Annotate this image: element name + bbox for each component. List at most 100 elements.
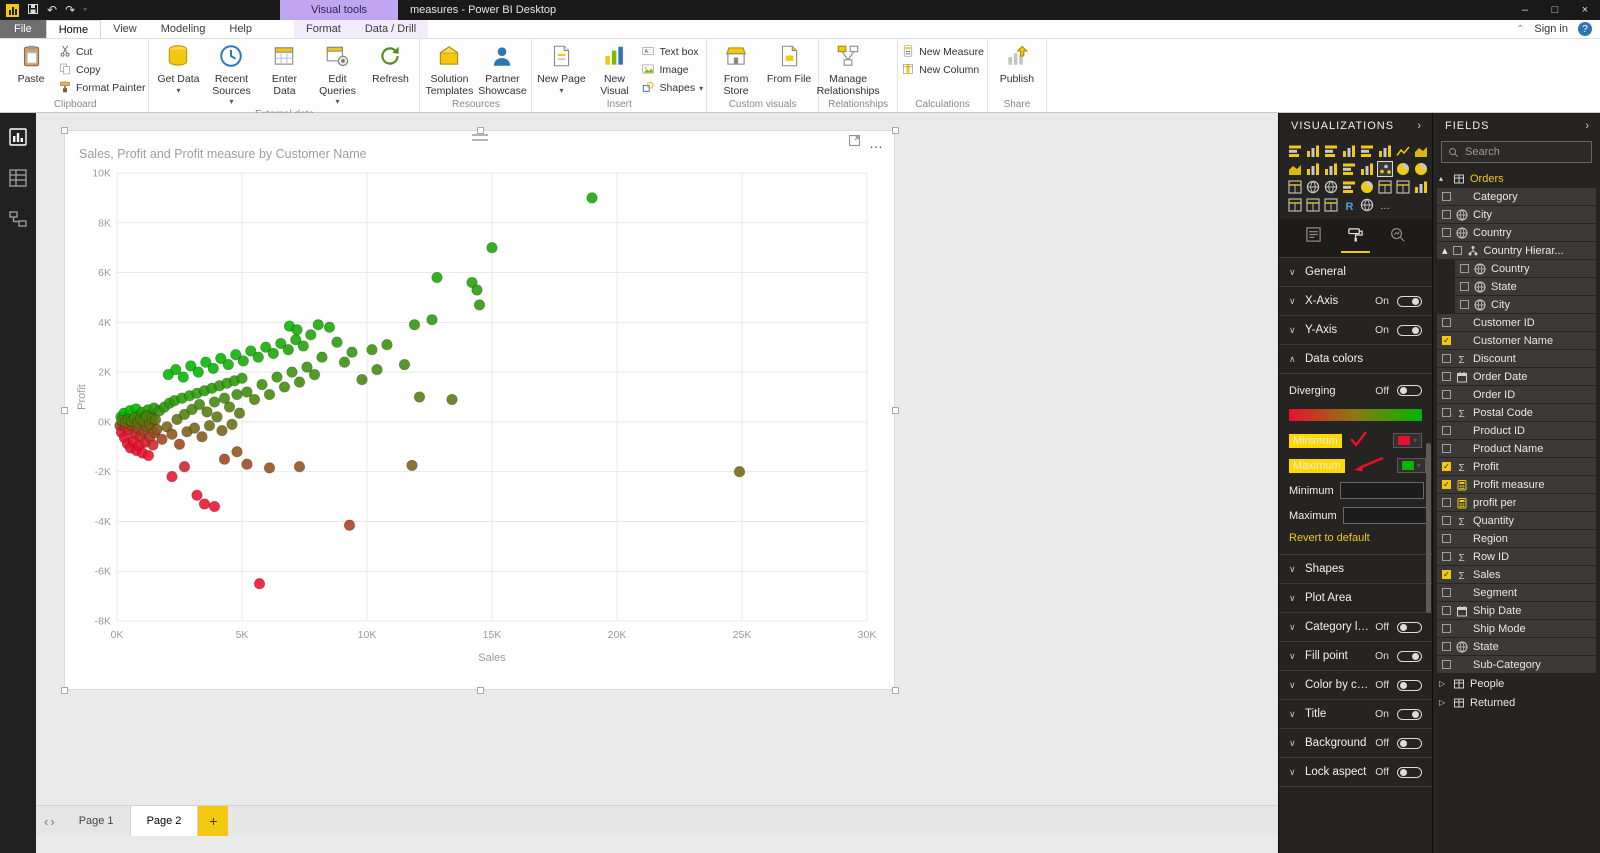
ribbon-manage-relationships-button[interactable]: Manage Relationships [822, 40, 874, 98]
scatter-point[interactable] [409, 320, 420, 331]
scatter-point[interactable] [447, 394, 458, 405]
donut-chart-icon[interactable] [1413, 161, 1429, 177]
line-chart-icon[interactable] [1395, 143, 1411, 159]
expander-icon[interactable]: ▷ [1439, 679, 1448, 688]
scatter-point[interactable] [357, 374, 368, 385]
visual-options-ellipsis[interactable]: … [869, 135, 884, 151]
ribbon-new-column-button[interactable]: New Column [901, 62, 984, 78]
chevron-down-icon[interactable]: ∨ [1289, 267, 1299, 278]
scatter-point[interactable] [223, 359, 234, 370]
ribbon-tab-home[interactable]: Home [46, 20, 101, 38]
resize-handle[interactable] [892, 127, 899, 134]
scatter-point[interactable] [167, 429, 178, 440]
hundred-percent-stacked-column-chart-icon[interactable] [1377, 143, 1393, 159]
scatter-point[interactable] [317, 352, 328, 363]
color-by-category-toggle[interactable] [1397, 680, 1422, 691]
stacked-column-chart-icon[interactable] [1305, 143, 1321, 159]
field-row-order-date[interactable]: Order Date [1437, 368, 1596, 385]
stacked-area-chart-icon[interactable] [1287, 161, 1303, 177]
resize-handle[interactable] [61, 687, 68, 694]
scatter-point[interactable] [199, 499, 210, 510]
field-row-state[interactable]: State [1455, 278, 1596, 295]
scatter-point[interactable] [264, 389, 275, 400]
field-search-input[interactable]: Search [1441, 141, 1592, 163]
scatter-point[interactable] [313, 320, 324, 331]
scatter-point[interactable] [279, 382, 290, 393]
scatter-point[interactable] [174, 439, 185, 450]
scatter-chart-icon[interactable] [1377, 161, 1393, 177]
new-page-tab-button[interactable]: + [198, 806, 228, 836]
collapse-fields-pane-icon[interactable]: › [1585, 120, 1590, 132]
table-icon[interactable] [1305, 197, 1321, 213]
format-section-lock-aspect[interactable]: ∨Lock aspectOff [1279, 758, 1432, 787]
format-pane-scrollbar[interactable] [1426, 443, 1431, 613]
scatter-point[interactable] [339, 357, 350, 368]
field-checkbox-product-name[interactable] [1442, 444, 1451, 453]
redo-button[interactable]: ↷ [65, 4, 75, 16]
scatter-point[interactable] [298, 341, 309, 352]
chevron-down-icon[interactable]: ∨ [1289, 651, 1299, 662]
ribbon-paste-button[interactable]: Paste [5, 40, 57, 96]
scatter-point[interactable] [238, 356, 249, 367]
field-row-city[interactable]: City [1455, 296, 1596, 313]
scatter-point[interactable] [143, 450, 154, 461]
scatter-point[interactable] [192, 490, 203, 501]
resize-handle[interactable] [477, 687, 484, 694]
report-canvas[interactable]: … Sales, Profit and Profit measure by Cu… [36, 113, 1278, 853]
treemap-icon[interactable] [1287, 179, 1303, 195]
field-checkbox-customer-id[interactable] [1442, 318, 1451, 327]
resize-handle[interactable] [892, 687, 899, 694]
multi-row-card-icon[interactable] [1395, 179, 1411, 195]
ribbon-format-painter-button[interactable]: Format Painter [58, 80, 145, 96]
scatter-point[interactable] [179, 461, 190, 472]
scatter-point[interactable] [734, 466, 745, 477]
format-section-shapes[interactable]: ∨Shapes [1279, 555, 1432, 584]
scatter-point[interactable] [474, 300, 485, 311]
field-row-category[interactable]: Category [1437, 188, 1596, 205]
ribbon-new-measure-button[interactable]: New Measure [901, 44, 984, 60]
scatter-point[interactable] [268, 348, 279, 359]
ribbon-enter-data-button[interactable]: Enter Data [258, 40, 310, 98]
table-row-orders[interactable]: ▴Orders [1433, 169, 1600, 188]
field-row-ship-date[interactable]: Ship Date [1437, 602, 1596, 619]
map-icon[interactable] [1305, 179, 1321, 195]
format-section-fill-point[interactable]: ∨Fill pointOn [1279, 642, 1432, 671]
ribbon-from-store-button[interactable]: From Store [710, 40, 762, 98]
scatter-point[interactable] [309, 369, 320, 380]
field-row-order-id[interactable]: Order ID [1437, 386, 1596, 403]
close-button[interactable]: × [1570, 0, 1600, 20]
ribbon-publish-button[interactable]: Publish [991, 40, 1043, 96]
scatter-point[interactable] [167, 471, 178, 482]
page-nav-left-icon[interactable]: ‹ [44, 814, 48, 829]
field-row-profit[interactable]: ✓ΣProfit [1437, 458, 1596, 475]
chevron-down-icon[interactable]: ∨ [1289, 709, 1299, 720]
field-row-customer-name[interactable]: ✓Customer Name [1437, 332, 1596, 349]
scatter-point[interactable] [472, 285, 483, 296]
scatter-point[interactable] [208, 363, 219, 374]
maximize-button[interactable]: □ [1540, 0, 1570, 20]
format-section-y-axis[interactable]: ∨Y-AxisOn [1279, 316, 1432, 345]
ribbon-new-visual-button[interactable]: New Visual [588, 40, 640, 98]
ribbon-tab-format[interactable]: Format [294, 20, 353, 38]
field-row-quantity[interactable]: ΣQuantity [1437, 512, 1596, 529]
sign-in-link[interactable]: Sign in [1534, 23, 1568, 35]
scatter-point[interactable] [344, 520, 355, 531]
ribbon-tab-help[interactable]: Help [217, 20, 264, 38]
field-row-customer-id[interactable]: Customer ID [1437, 314, 1596, 331]
scatter-point[interactable] [283, 344, 294, 355]
format-section-background[interactable]: ∨BackgroundOff [1279, 729, 1432, 758]
scatter-point[interactable] [232, 389, 243, 400]
scatter-point[interactable] [367, 344, 378, 355]
analytics-tab[interactable] [1383, 224, 1412, 253]
scatter-point[interactable] [306, 330, 317, 341]
scatter-point[interactable] [324, 322, 335, 333]
scatter-point[interactable] [224, 402, 235, 413]
field-checkbox-quantity[interactable] [1442, 516, 1451, 525]
ribbon-shapes-button[interactable]: Shapes▾ [641, 80, 703, 96]
field-row-region[interactable]: Region [1437, 530, 1596, 547]
format-section-category-labels[interactable]: ∨Category la...Off [1279, 613, 1432, 642]
ribbon-chart-icon[interactable] [1341, 161, 1357, 177]
field-checkbox-order-date[interactable] [1442, 372, 1451, 381]
field-row-profit-per[interactable]: profit per [1437, 494, 1596, 511]
scatter-point[interactable] [217, 425, 228, 436]
